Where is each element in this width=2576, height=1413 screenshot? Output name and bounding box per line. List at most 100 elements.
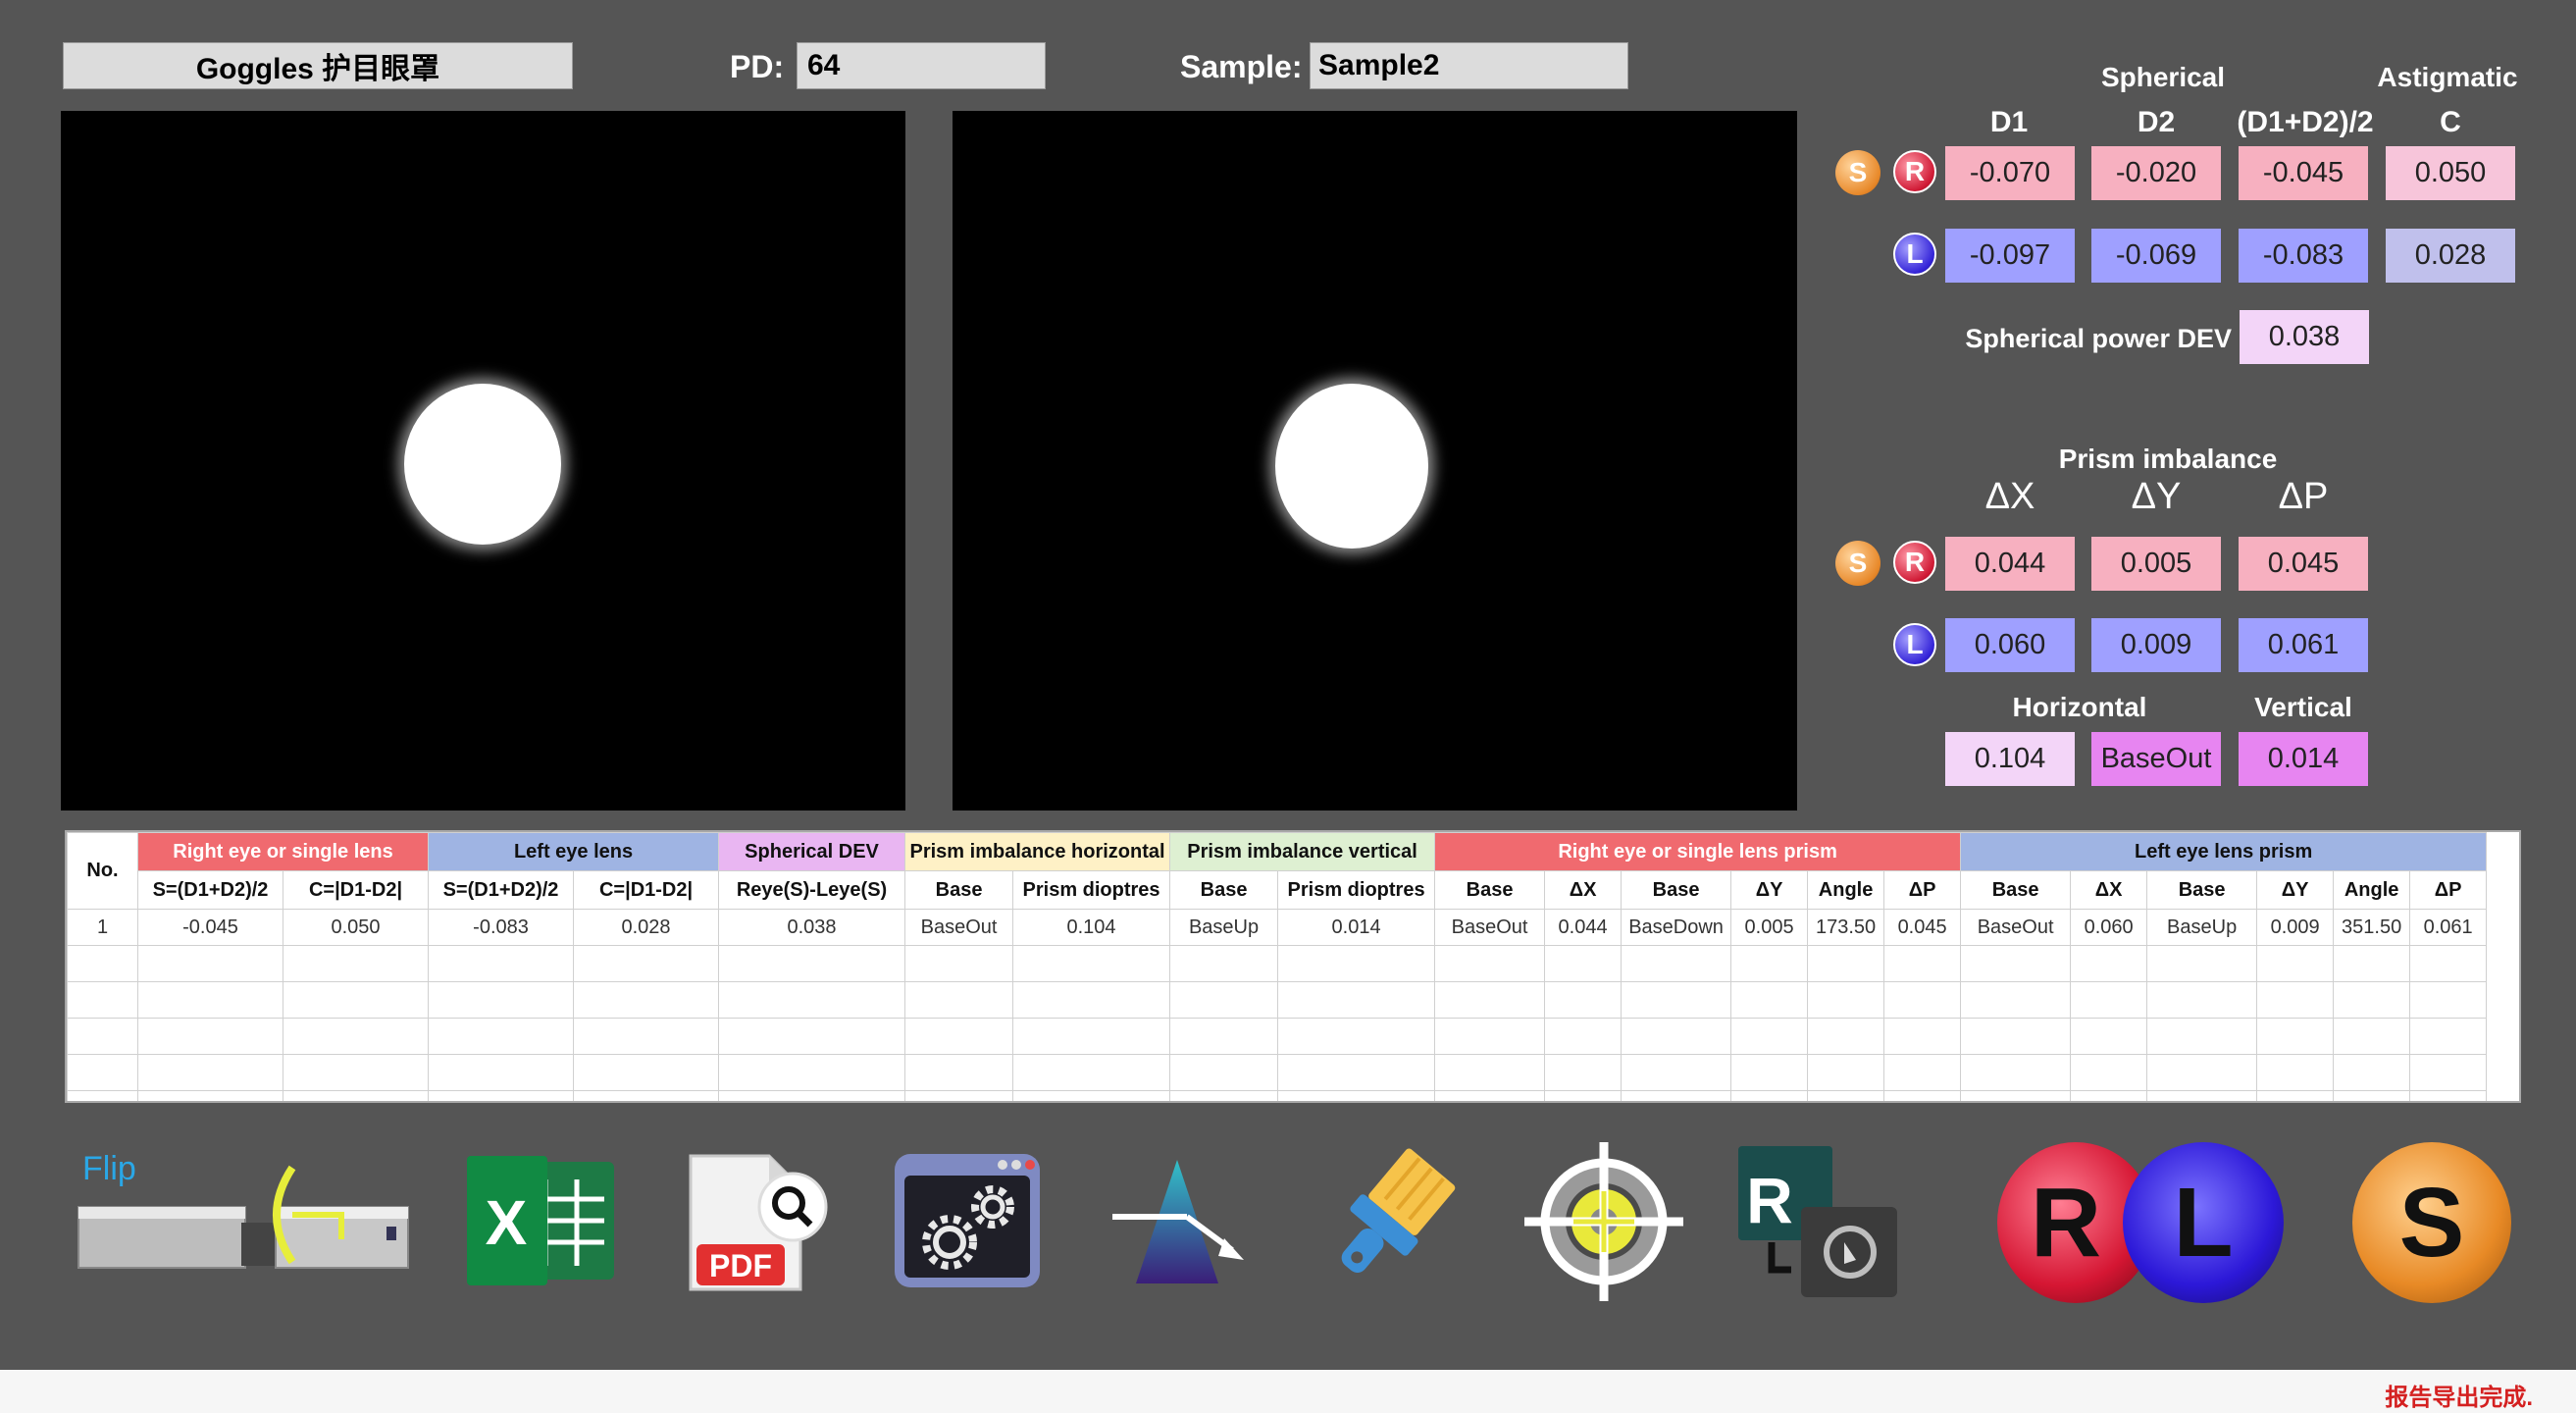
table-cell[interactable] (1434, 1054, 1546, 1091)
record-button[interactable]: R (1736, 1144, 1899, 1299)
table-cell[interactable]: BaseOut (1434, 909, 1546, 946)
table-cell[interactable] (282, 945, 430, 982)
table-cell[interactable] (1960, 1018, 2072, 1055)
table-cell[interactable]: 0.028 (573, 909, 720, 946)
table-cell[interactable]: BaseUp (1169, 909, 1279, 946)
table-cell[interactable] (282, 981, 430, 1019)
table-cell[interactable] (904, 1090, 1014, 1101)
table-cell[interactable] (2070, 945, 2148, 982)
pdf-export-button[interactable]: PDF (683, 1146, 836, 1299)
table-cell[interactable] (1169, 1054, 1279, 1091)
table-cell[interactable] (137, 981, 283, 1019)
table-cell[interactable] (137, 1090, 283, 1101)
table-cell[interactable] (718, 1054, 906, 1091)
empty-row[interactable] (67, 1018, 2488, 1055)
table-cell[interactable]: 0.014 (1277, 909, 1436, 946)
table-row[interactable]: 1 -0.045 0.050 -0.083 0.028 0.038 BaseOut 0.104… (67, 909, 2488, 946)
table-cell[interactable] (718, 945, 906, 982)
table-cell[interactable]: -0.083 (428, 909, 575, 946)
table-cell[interactable] (718, 1018, 906, 1055)
table-cell[interactable] (1434, 1090, 1546, 1101)
table-cell[interactable] (67, 981, 138, 1019)
table-cell[interactable] (1883, 945, 1962, 982)
table-cell[interactable] (1012, 945, 1171, 982)
table-cell[interactable] (2409, 981, 2488, 1019)
table-cell[interactable] (137, 945, 283, 982)
table-cell[interactable] (1807, 1090, 1885, 1101)
table-cell[interactable] (2070, 1054, 2148, 1091)
table-cell[interactable] (2333, 1018, 2411, 1055)
table-cell[interactable] (1277, 945, 1436, 982)
table-cell[interactable] (428, 1018, 575, 1055)
table-cell[interactable] (1730, 1090, 1809, 1101)
table-cell[interactable] (573, 945, 720, 982)
table-cell[interactable] (1169, 1018, 1279, 1055)
table-cell[interactable] (2256, 1054, 2335, 1091)
table-cell[interactable] (2146, 1090, 2258, 1101)
table-cell[interactable] (1730, 945, 1809, 982)
flip-button[interactable]: Flip (75, 1146, 413, 1279)
table-cell[interactable] (573, 1018, 720, 1055)
clear-brush-button[interactable] (1322, 1148, 1460, 1285)
table-cell[interactable] (573, 1054, 720, 1091)
table-cell[interactable]: 0.038 (718, 909, 906, 946)
table-cell[interactable] (2146, 945, 2258, 982)
table-cell[interactable] (1960, 945, 2072, 982)
table-cell[interactable] (2333, 981, 2411, 1019)
table-cell[interactable] (2333, 945, 2411, 982)
table-cell[interactable] (428, 1090, 575, 1101)
table-cell[interactable] (2333, 1090, 2411, 1101)
settings-button[interactable] (893, 1152, 1042, 1289)
table-cell[interactable] (1434, 1018, 1546, 1055)
table-cell[interactable] (1277, 1090, 1436, 1101)
table-cell[interactable] (2256, 1090, 2335, 1101)
table-cell[interactable]: 0.044 (1544, 909, 1623, 946)
table-cell[interactable]: 0.061 (2409, 909, 2488, 946)
empty-row[interactable] (67, 1054, 2488, 1091)
table-cell[interactable] (1960, 1054, 2072, 1091)
table-cell[interactable] (2409, 1054, 2488, 1091)
table-cell[interactable] (1169, 981, 1279, 1019)
table-cell[interactable] (2333, 1054, 2411, 1091)
table-cell[interactable] (1730, 981, 1809, 1019)
table-cell[interactable] (718, 1090, 906, 1101)
table-cell[interactable] (1621, 1054, 1732, 1091)
table-cell[interactable] (1169, 1090, 1279, 1101)
table-cell[interactable] (1621, 945, 1732, 982)
pd-input[interactable]: 64 (797, 42, 1046, 89)
empty-row[interactable] (67, 981, 2488, 1019)
table-cell[interactable]: 0.050 (282, 909, 430, 946)
table-cell[interactable] (1169, 945, 1279, 982)
table-cell[interactable] (904, 1018, 1014, 1055)
table-cell[interactable] (1621, 1090, 1732, 1101)
table-cell[interactable]: 0.005 (1730, 909, 1809, 946)
table-cell[interactable] (137, 1054, 283, 1091)
table-cell[interactable] (904, 945, 1014, 982)
table-cell[interactable]: BaseDown (1621, 909, 1732, 946)
table-cell[interactable] (1807, 945, 1885, 982)
table-cell[interactable] (2409, 945, 2488, 982)
table-cell[interactable]: 1 (67, 909, 138, 946)
table-cell[interactable] (67, 1090, 138, 1101)
table-cell[interactable]: BaseUp (2146, 909, 2258, 946)
table-cell[interactable] (1544, 1054, 1623, 1091)
table-cell[interactable] (1277, 1018, 1436, 1055)
table-cell[interactable] (1807, 1054, 1885, 1091)
table-cell[interactable] (2070, 981, 2148, 1019)
table-cell[interactable]: 0.104 (1012, 909, 1171, 946)
table-cell[interactable] (282, 1054, 430, 1091)
table-cell[interactable] (1730, 1018, 1809, 1055)
table-cell[interactable] (1012, 981, 1171, 1019)
table-cell[interactable] (573, 981, 720, 1019)
table-cell[interactable] (282, 1018, 430, 1055)
table-cell[interactable] (428, 1054, 575, 1091)
table-cell[interactable] (137, 1018, 283, 1055)
table-cell[interactable]: BaseOut (1960, 909, 2072, 946)
table-cell[interactable] (573, 1090, 720, 1101)
table-cell[interactable] (1544, 1018, 1623, 1055)
table-cell[interactable]: 0.009 (2256, 909, 2335, 946)
table-cell[interactable] (2409, 1090, 2488, 1101)
table-cell[interactable] (1883, 981, 1962, 1019)
table-cell[interactable] (282, 1090, 430, 1101)
single-lens-button[interactable]: S (2352, 1142, 2511, 1303)
